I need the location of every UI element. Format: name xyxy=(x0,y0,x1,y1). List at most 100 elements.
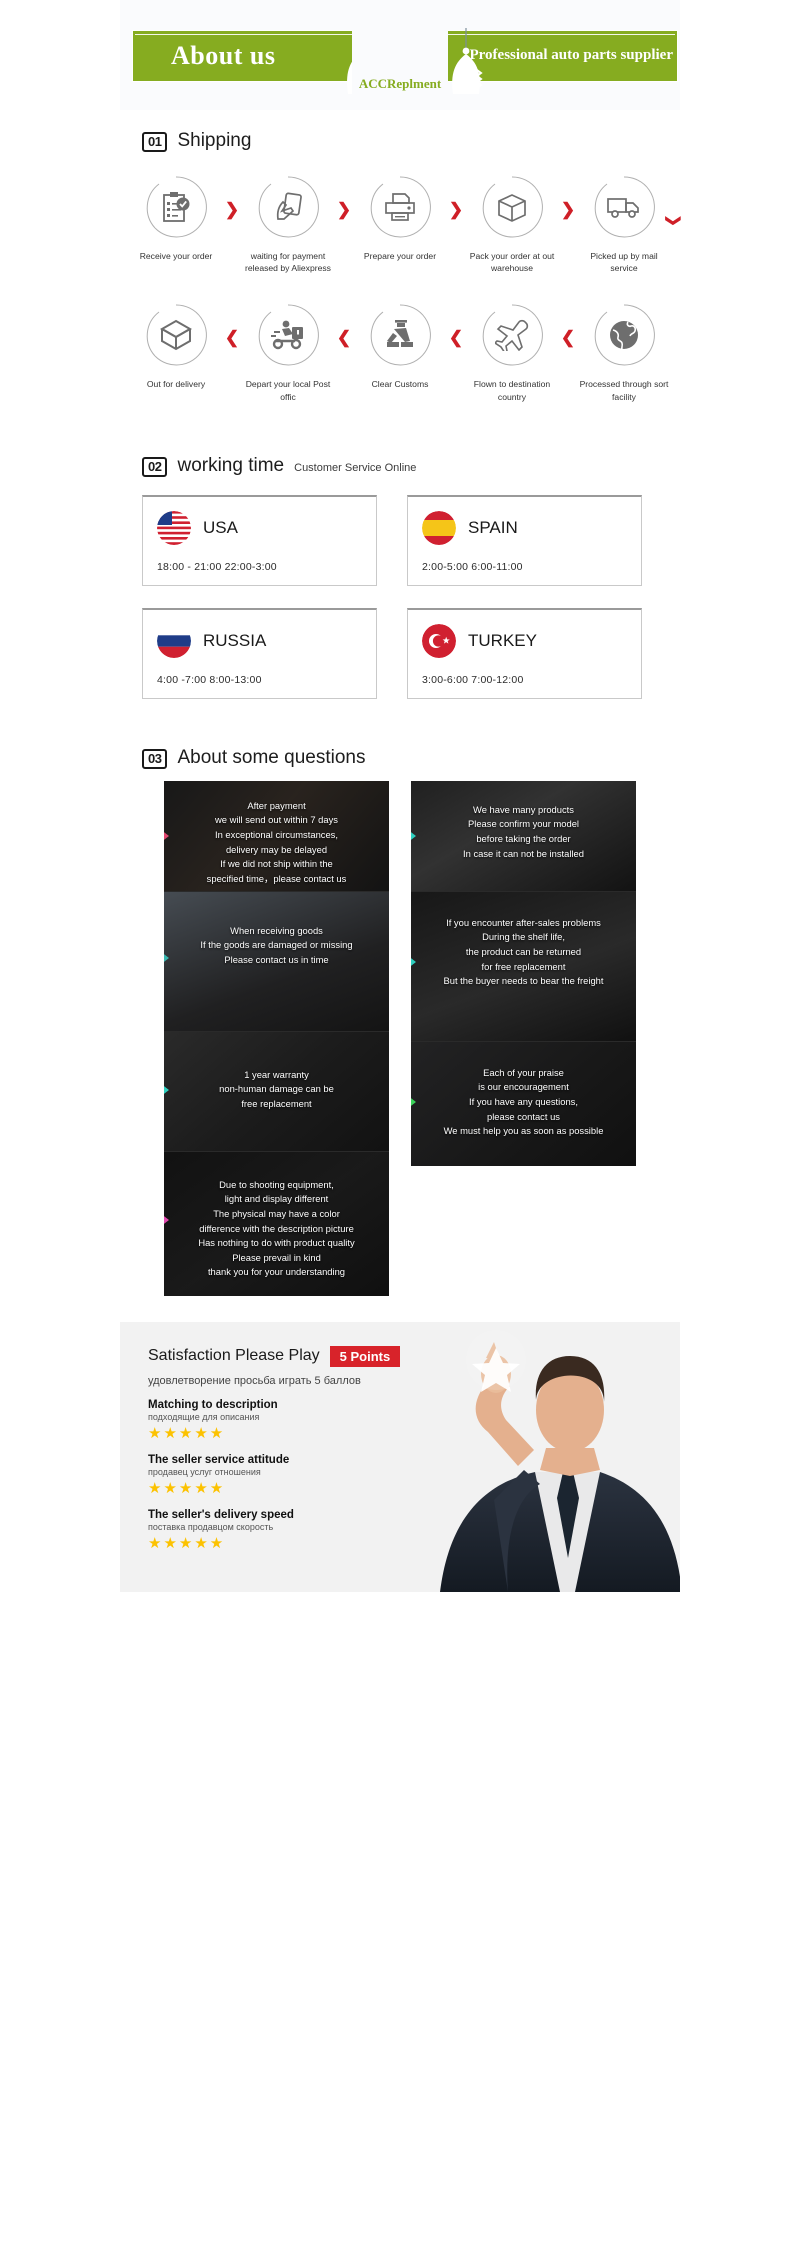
shipping-step: Processed through sort facility xyxy=(578,302,670,402)
working-time-country: USA xyxy=(203,517,238,537)
rating-item: The seller service attitude продавец усл… xyxy=(148,1454,448,1497)
shipping-step: Picked up by mail service xyxy=(578,174,670,274)
question-text: When receiving goods If the goods are da… xyxy=(200,924,353,965)
shipping-section-heading: 01 Shipping xyxy=(120,130,680,152)
question-text: Due to shooting equipment, light and dis… xyxy=(198,1178,355,1278)
question-text: Each of your praise is our encouragement… xyxy=(443,1066,604,1137)
truck-icon xyxy=(591,174,657,240)
panel-arrow-icon xyxy=(164,1079,171,1106)
working-time-section-heading: 02 working time Customer Service Online xyxy=(120,455,680,477)
shipping-step-label: Depart your local Post offic xyxy=(245,379,331,402)
question-text: If you encounter after-sales problems Du… xyxy=(443,916,604,987)
chevron-left-icon: ❮ xyxy=(560,328,576,348)
page-header: About us Professional auto parts supplie… xyxy=(120,0,680,110)
printer-icon xyxy=(367,174,433,240)
shipping-step-label: Clear Customs xyxy=(371,379,429,390)
open-box-icon xyxy=(143,302,209,368)
flag-spain-icon xyxy=(422,510,456,545)
panel-arrow-icon xyxy=(411,825,418,852)
question-text: 1 year warranty non-human damage can be … xyxy=(219,1068,334,1109)
questions-panels: After payment we will send out within 7 … xyxy=(120,769,680,1296)
scooter-delivery-icon xyxy=(255,302,321,368)
brand-logo-text: ACCReplment xyxy=(358,76,442,91)
rating-item-label-ru: поставка продавцом скорость xyxy=(148,1521,274,1532)
shipping-step-label: Receive your order xyxy=(139,251,213,261)
working-time-country: RUSSIA xyxy=(203,630,267,650)
working-time-hours: 3:00-6:00 7:00-12:00 xyxy=(422,673,524,686)
chevron-right-icon: ❯ xyxy=(224,200,240,219)
shipping-row-2: Out for delivery ❮ Depart your local Pos… xyxy=(126,302,674,402)
rating-item-label: The seller service attitude xyxy=(148,1453,290,1466)
globe-icon xyxy=(591,302,657,368)
rating-item-label: The seller's delivery speed xyxy=(148,1508,294,1521)
panel-arrow-icon xyxy=(164,825,171,852)
chevron-right-icon: ❯ xyxy=(560,200,576,219)
shipping-step-label: Pack your order at out warehouse xyxy=(469,251,555,274)
shipping-step: Flown to destination country xyxy=(466,302,558,402)
brand-logo: ACCReplment xyxy=(352,20,448,94)
rating-item: The seller's delivery speed поставка про… xyxy=(148,1509,448,1552)
working-time-cards: USA 18:00 - 21:00 22:00-3:00 SPAIN 2:00-… xyxy=(120,477,680,699)
shipping-step: Receive your order xyxy=(130,174,222,262)
rating-headline-row: Satisfaction Please Play 5 Points xyxy=(148,1345,448,1367)
hand-card-icon xyxy=(255,174,321,240)
working-time-hours: 18:00 - 21:00 22:00-3:00 xyxy=(157,560,277,573)
question-text: We have many products Please confirm you… xyxy=(463,803,584,859)
question-panel: 1 year warranty non-human damage can be … xyxy=(164,1030,389,1151)
customs-officer-icon xyxy=(367,302,433,368)
question-panel: We have many products Please confirm you… xyxy=(411,780,636,891)
flag-turkey-icon xyxy=(422,623,456,658)
shipping-steps: Receive your order ❯ waiting for payment… xyxy=(120,152,682,403)
chevron-left-icon: ❮ xyxy=(448,328,464,348)
star-rating: ★★★★★ xyxy=(148,1424,226,1442)
question-panel: If you encounter after-sales problems Du… xyxy=(411,890,636,1041)
chevron-right-icon: ❯ xyxy=(448,200,464,219)
section-number-02: 02 xyxy=(142,456,168,477)
star-rating: ★★★★★ xyxy=(148,1534,226,1552)
panel-arrow-icon xyxy=(164,1209,171,1236)
question-panel: Each of your praise is our encouragement… xyxy=(411,1040,636,1166)
working-time-card: TURKEY 3:00-6:00 7:00-12:00 xyxy=(407,607,642,699)
shipping-step: Out for delivery xyxy=(130,302,222,390)
working-time-hours: 2:00-5:00 6:00-11:00 xyxy=(422,560,523,573)
rating-item-label-ru: подходящие для описания xyxy=(148,1411,260,1422)
chevron-down-icon: ❯ xyxy=(665,214,682,228)
panel-arrow-icon xyxy=(411,951,418,978)
questions-section-heading: 03 About some questions xyxy=(120,747,680,769)
working-time-card: USA 18:00 - 21:00 22:00-3:00 xyxy=(142,494,377,586)
working-time-hours: 4:00 -7:00 8:00-13:00 xyxy=(157,673,262,686)
shipping-step: Depart your local Post offic xyxy=(242,302,334,402)
about-us-title: About us xyxy=(171,41,276,70)
shipping-step-label: Prepare your order xyxy=(363,251,437,261)
chevron-right-icon: ❯ xyxy=(336,200,352,219)
shipping-step-label: Flown to destination country xyxy=(473,379,551,402)
airplane-icon xyxy=(479,302,545,368)
rating-item: Matching to description подходящие для о… xyxy=(148,1399,448,1442)
shipping-step-label: Processed through sort facility xyxy=(579,379,669,402)
right-dome-icon xyxy=(446,26,486,94)
working-time-subtitle: Customer Service Online xyxy=(294,461,417,474)
rating-item-label: Matching to description xyxy=(148,1398,278,1411)
points-badge: 5 Points xyxy=(329,1345,401,1367)
working-time-title: working time xyxy=(177,454,285,476)
questions-right-column: We have many products Please confirm you… xyxy=(411,780,636,1166)
supplier-tagline: Professional auto parts supplier xyxy=(469,47,674,63)
star-rating: ★★★★★ xyxy=(148,1479,226,1497)
shipping-step: Clear Customs xyxy=(354,302,446,390)
section-number-03: 03 xyxy=(142,748,168,769)
chevron-left-icon: ❮ xyxy=(336,328,352,348)
questions-title: About some questions xyxy=(177,746,366,768)
shipping-step-label: waiting for payment released by Aliexpre… xyxy=(245,251,331,274)
working-time-card: RUSSIA 4:00 -7:00 8:00-13:00 xyxy=(142,607,377,699)
working-time-country: TURKEY xyxy=(468,630,537,650)
question-panel: When receiving goods If the goods are da… xyxy=(164,890,389,1031)
shipping-step-label: Out for delivery xyxy=(146,379,206,390)
rating-subline: удовлетворение просьба играть 5 баллов xyxy=(148,1374,361,1387)
product-description-page: About us Professional auto parts supplie… xyxy=(120,0,682,1592)
panel-arrow-icon xyxy=(411,1091,418,1118)
clipboard-check-icon xyxy=(143,174,209,240)
working-time-card: SPAIN 2:00-5:00 6:00-11:00 xyxy=(407,494,642,586)
question-panel: After payment we will send out within 7 … xyxy=(164,780,389,891)
shipping-step-label: Picked up by mail service xyxy=(590,251,658,274)
working-time-country: SPAIN xyxy=(468,517,518,537)
